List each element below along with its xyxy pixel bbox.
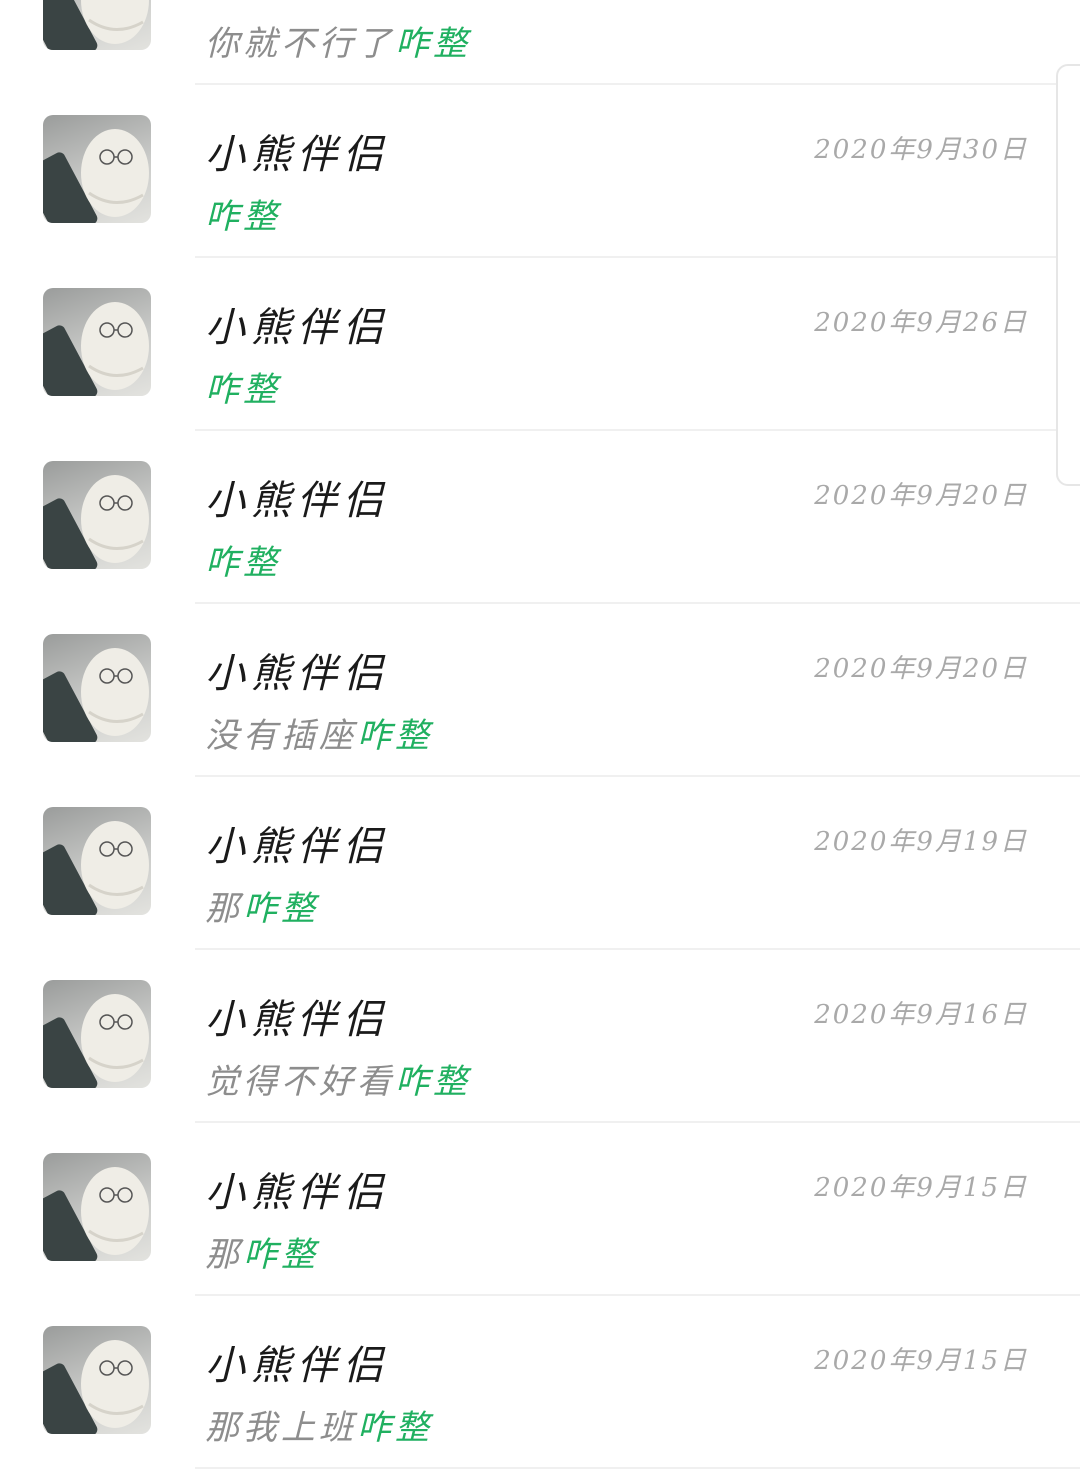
message-highlight: 咋整 <box>205 197 281 237</box>
message-highlight: 咋整 <box>395 1062 471 1102</box>
message-highlight: 咋整 <box>395 24 471 64</box>
chat-result-row[interactable]: 小熊伴侣 2020年9月19日 那咋整 <box>0 777 1080 950</box>
chat-result-row[interactable]: 你就不行了咋整 <box>0 0 1080 85</box>
chat-date: 2020年9月20日 <box>814 654 1028 684</box>
chat-message: 咋整 <box>205 535 281 584</box>
chat-search-results-list: 你就不行了咋整 小熊伴侣 2020年9月30日 咋整 小熊伴侣 2020年9月2… <box>0 0 1080 1469</box>
message-highlight: 咋整 <box>243 889 319 929</box>
avatar <box>43 1326 151 1434</box>
chat-result-row[interactable]: 小熊伴侣 2020年9月15日 那咋整 <box>0 1123 1080 1296</box>
message-highlight: 咋整 <box>205 543 281 583</box>
chat-date: 2020年9月19日 <box>814 827 1028 857</box>
contact-name: 小熊伴侣 <box>205 1343 389 1389</box>
message-highlight: 咋整 <box>357 1408 433 1448</box>
message-highlight: 咋整 <box>357 716 433 756</box>
chat-date: 2020年9月16日 <box>814 1000 1028 1030</box>
chat-result-row[interactable]: 小熊伴侣 2020年9月20日 咋整 <box>0 431 1080 604</box>
chat-message: 那我上班咋整 <box>205 1400 433 1449</box>
message-text: 觉得不好看 <box>205 1062 395 1102</box>
message-text: 没有插座 <box>205 716 357 756</box>
contact-name: 小熊伴侣 <box>205 305 389 351</box>
avatar <box>43 1153 151 1261</box>
avatar <box>43 980 151 1088</box>
message-text: 那 <box>205 889 243 929</box>
avatar <box>43 461 151 569</box>
contact-name: 小熊伴侣 <box>205 997 389 1043</box>
avatar <box>43 288 151 396</box>
message-text: 那 <box>205 1235 243 1275</box>
contact-name: 小熊伴侣 <box>205 824 389 870</box>
chat-result-row[interactable]: 小熊伴侣 2020年9月30日 咋整 <box>0 85 1080 258</box>
avatar <box>43 634 151 742</box>
contact-name: 小熊伴侣 <box>205 478 389 524</box>
avatar <box>43 0 151 50</box>
avatar <box>43 807 151 915</box>
chat-result-row[interactable]: 小熊伴侣 2020年9月20日 没有插座咋整 <box>0 604 1080 777</box>
message-text: 你就不行了 <box>205 24 395 64</box>
chat-message: 咋整 <box>205 189 281 238</box>
chat-date: 2020年9月15日 <box>814 1173 1028 1203</box>
chat-message: 没有插座咋整 <box>205 708 433 757</box>
chat-result-row[interactable]: 小熊伴侣 2020年9月15日 那我上班咋整 <box>0 1296 1080 1469</box>
chat-message: 那咋整 <box>205 881 319 930</box>
scrollbar[interactable] <box>1056 64 1080 486</box>
contact-name: 小熊伴侣 <box>205 651 389 697</box>
chat-result-row[interactable]: 小熊伴侣 2020年9月16日 觉得不好看咋整 <box>0 950 1080 1123</box>
message-highlight: 咋整 <box>243 1235 319 1275</box>
chat-date: 2020年9月15日 <box>814 1346 1028 1376</box>
chat-date: 2020年9月20日 <box>814 481 1028 511</box>
message-highlight: 咋整 <box>205 370 281 410</box>
chat-date: 2020年9月30日 <box>814 135 1028 165</box>
chat-date: 2020年9月26日 <box>814 308 1028 338</box>
chat-message: 觉得不好看咋整 <box>205 1054 471 1103</box>
chat-result-row[interactable]: 小熊伴侣 2020年9月26日 咋整 <box>0 258 1080 431</box>
message-text: 那我上班 <box>205 1408 357 1448</box>
chat-message: 咋整 <box>205 362 281 411</box>
chat-message: 你就不行了咋整 <box>205 16 471 65</box>
chat-message: 那咋整 <box>205 1227 319 1276</box>
contact-name: 小熊伴侣 <box>205 132 389 178</box>
avatar <box>43 115 151 223</box>
contact-name: 小熊伴侣 <box>205 1170 389 1216</box>
